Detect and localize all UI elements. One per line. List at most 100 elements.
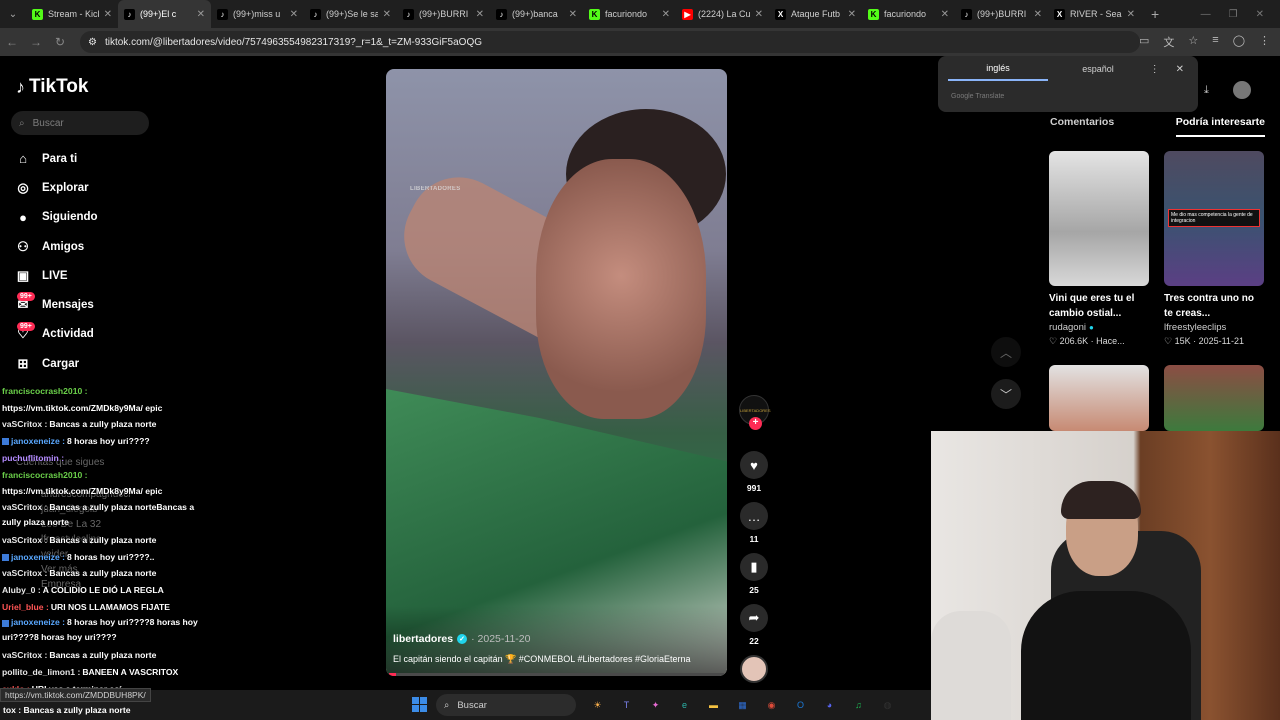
tab-close-icon[interactable]: ✕ <box>941 9 949 20</box>
address-bar[interactable]: ⚙ tiktok.com/@libertadores/video/7574963… <box>80 31 1140 53</box>
sidebar-item-siguiendo[interactable]: ● Siguiendo <box>15 203 98 232</box>
browser-tab[interactable]: Kfacuriondo ✕ <box>583 0 676 28</box>
comment-button[interactable]: … <box>740 502 768 530</box>
card-author[interactable]: rudagoni ● <box>1049 322 1149 333</box>
teams-icon[interactable]: T <box>617 696 636 714</box>
save-button[interactable]: ▮ <box>740 553 768 581</box>
browser-tab[interactable]: ♪ (99+)Se le sa ✕ <box>304 0 397 28</box>
tiktok-logo[interactable]: ♪ TikTok <box>16 76 88 98</box>
taskbar-search[interactable]: ⌕ Buscar <box>436 694 576 716</box>
video-progress-bar[interactable] <box>389 673 724 676</box>
browser-tab[interactable]: ♪ (99+)banca ✕ <box>490 0 583 28</box>
translate-options-icon[interactable]: ⋮ <box>1150 64 1160 75</box>
suggested-video-card[interactable] <box>1049 365 1149 431</box>
chat-username[interactable]: janoxeneize : <box>11 436 65 446</box>
browser-tab[interactable]: ♪ (99+)El c ✕ <box>118 0 211 28</box>
video-thumbnail[interactable] <box>1049 365 1149 431</box>
chat-username[interactable]: Aluby_0 : <box>2 585 41 595</box>
video-author[interactable]: libertadores ✓ · 2025-11-20 <box>393 633 530 645</box>
translate-close-icon[interactable]: ✕ <box>1176 64 1184 75</box>
tab-close-icon[interactable]: ✕ <box>1127 9 1135 20</box>
chat-username[interactable]: pollito_de_limon1 : <box>2 667 80 677</box>
card-title[interactable]: Vini que eres tu el cambio ostial... <box>1049 291 1149 321</box>
chat-username[interactable]: janoxeneize : <box>11 552 65 562</box>
video-thumbnail[interactable]: Me dio mas competencia la gente de integ… <box>1164 151 1264 286</box>
cast-icon[interactable]: ▭ <box>1139 34 1149 50</box>
suggested-video-card[interactable]: Me dio mas competencia la gente de integ… <box>1164 151 1264 347</box>
widgets-icon[interactable]: ☀ <box>588 696 607 714</box>
new-tab-button[interactable]: + <box>1141 6 1159 22</box>
chat-username[interactable]: vaSCritox : <box>2 419 47 429</box>
follow-plus-icon[interactable]: + <box>749 417 762 430</box>
share-button[interactable]: ➦ <box>740 604 768 632</box>
browser-tab[interactable]: ♪ (99+)miss u ✕ <box>211 0 304 28</box>
tab-close-icon[interactable]: ✕ <box>476 9 484 20</box>
video-thumbnail[interactable] <box>1049 151 1149 286</box>
chat-username[interactable]: franciscocrash2010 : <box>2 470 88 480</box>
chat-username[interactable]: puchuflitomin : <box>2 453 64 463</box>
site-info-icon[interactable]: ⚙ <box>88 37 97 48</box>
sidebar-item-explorar[interactable]: ◎ Explorar <box>15 173 98 202</box>
translate-source-language[interactable]: inglés <box>948 57 1048 81</box>
card-author[interactable]: lfreestyleeclips <box>1164 322 1264 333</box>
tab-close-icon[interactable]: ✕ <box>569 9 577 20</box>
obs-icon[interactable]: ◍ <box>878 696 897 714</box>
browser-tab[interactable]: ▶ (2224) La Cu ✕ <box>676 0 769 28</box>
chat-username[interactable]: franciscocrash2010 : <box>2 386 88 396</box>
card-author-name[interactable]: lfreestyleeclips <box>1164 322 1226 333</box>
spotify-icon[interactable]: ♫ <box>849 696 868 714</box>
video-thumbnail[interactable] <box>1164 365 1264 431</box>
discord-icon[interactable]: ◕ <box>820 696 839 714</box>
sidebar-item-actividad[interactable]: ♡ 99+ Actividad <box>15 320 98 349</box>
card-author-name[interactable]: rudagoni <box>1049 322 1086 333</box>
store-icon[interactable]: ▦ <box>733 696 752 714</box>
music-disc-icon[interactable] <box>740 655 768 683</box>
translate-target-language[interactable]: español <box>1048 58 1148 80</box>
reload-icon[interactable]: ↻ <box>48 35 72 49</box>
windows-start-icon[interactable] <box>412 697 427 712</box>
more-menu-icon[interactable]: ⋮ <box>1259 34 1270 50</box>
edge-icon[interactable]: e <box>675 696 694 714</box>
tab-close-icon[interactable]: ✕ <box>662 9 670 20</box>
browser-tab[interactable]: ♪ (99+)BURRI ✕ <box>955 0 1048 28</box>
user-avatar[interactable] <box>1233 81 1251 99</box>
browser-tab[interactable]: K Stream - Kick ✕ <box>26 0 118 28</box>
tab-close-icon[interactable]: ✕ <box>197 9 205 20</box>
browser-tab[interactable]: Kfacuriondo ✕ <box>862 0 955 28</box>
profile-icon[interactable]: ◯ <box>1233 34 1245 50</box>
chat-username[interactable]: Uriel_blue : <box>2 602 49 612</box>
tab-close-icon[interactable]: ✕ <box>104 9 112 20</box>
forward-icon[interactable]: → <box>24 35 48 49</box>
tab-search-icon[interactable]: ⌄ <box>0 9 26 20</box>
creator-avatar[interactable]: LIBERTADORES + <box>739 395 771 430</box>
chrome-icon[interactable]: ◉ <box>762 696 781 714</box>
search-input[interactable]: ⌕ Buscar <box>11 111 149 135</box>
card-title[interactable]: Tres contra uno no te creas... <box>1164 291 1264 321</box>
bookmark-star-icon[interactable]: ☆ <box>1188 34 1198 50</box>
copilot-icon[interactable]: ✦ <box>646 696 665 714</box>
maximize-icon[interactable]: ❐ <box>1229 9 1238 20</box>
tab-close-icon[interactable]: ✕ <box>755 9 763 20</box>
sidebar-item-para-ti[interactable]: ⌂ Para ti <box>15 144 98 173</box>
suggested-video-card[interactable]: Vini que eres tu el cambio ostial... ruda… <box>1049 151 1149 347</box>
tab-close-icon[interactable]: ✕ <box>383 9 391 20</box>
sidebar-item-cargar[interactable]: ⊞ Cargar <box>15 349 98 378</box>
tab-podria-interesarte[interactable]: Podría interesarte <box>1175 110 1265 137</box>
file-explorer-icon[interactable]: ▬ <box>704 696 723 714</box>
translate-icon[interactable]: 文 <box>1163 34 1174 50</box>
sidebar-item-amigos[interactable]: ⚇ Amigos <box>15 232 98 261</box>
browser-tab[interactable]: X RIVER - Sea ✕ <box>1048 0 1141 28</box>
sidebar-item-mensajes[interactable]: ✉ 99+ Mensajes <box>15 290 98 319</box>
video-player[interactable]: LIBERTADORES libertadores ✓ · 2025-11-20… <box>386 69 727 676</box>
tab-close-icon[interactable]: ✕ <box>848 9 856 20</box>
back-icon[interactable]: ← <box>0 35 24 49</box>
browser-tab[interactable]: X Ataque Futb ✕ <box>769 0 862 28</box>
reading-list-icon[interactable]: ≡ <box>1212 34 1218 50</box>
suggested-video-card[interactable] <box>1164 365 1264 431</box>
close-window-icon[interactable]: ✕ <box>1256 9 1264 20</box>
sidebar-item-live[interactable]: ▣ LIVE <box>15 261 98 290</box>
chat-username[interactable]: janoxeneize : <box>11 617 65 627</box>
minimize-icon[interactable]: — <box>1201 9 1211 20</box>
browser-tab[interactable]: ♪ (99+)BURRI ✕ <box>397 0 490 28</box>
tab-close-icon[interactable]: ✕ <box>290 9 298 20</box>
